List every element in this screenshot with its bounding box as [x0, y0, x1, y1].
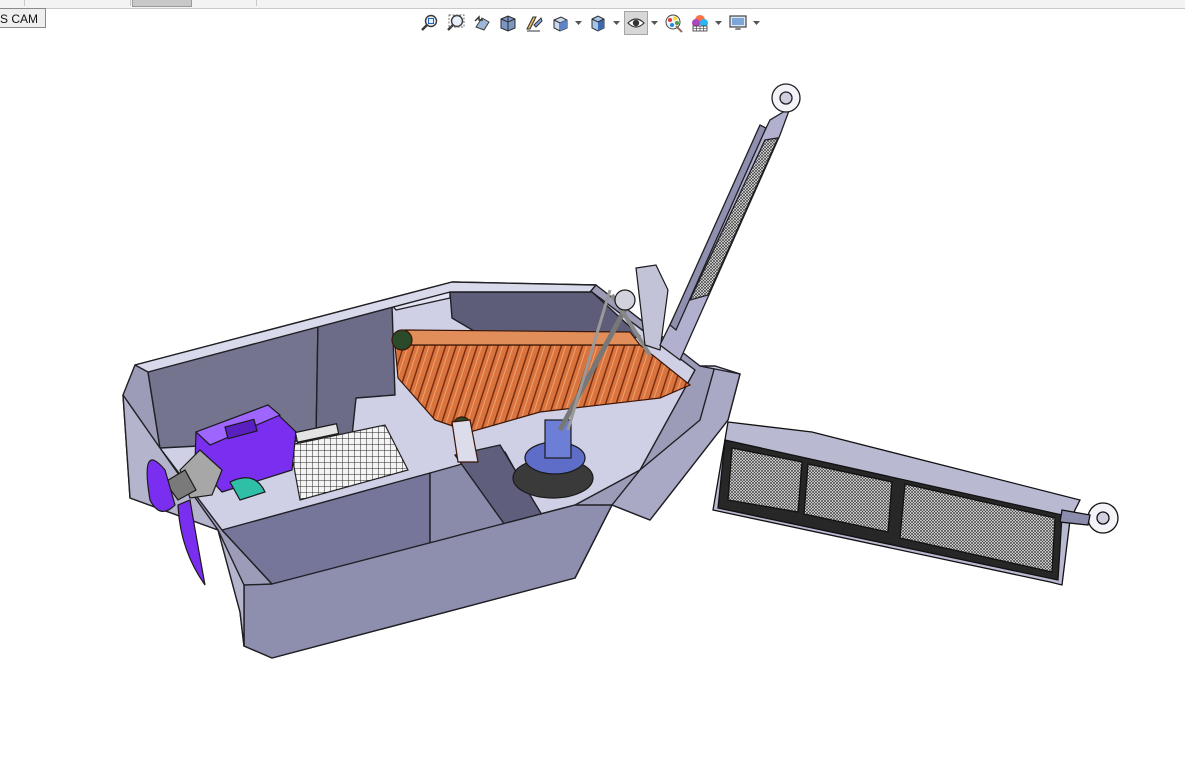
rear-ramp: [659, 83, 801, 362]
document-tab-active[interactable]: [132, 0, 192, 7]
chevron-down-icon[interactable]: [574, 11, 582, 35]
chevron-down-icon[interactable]: [714, 11, 722, 35]
dynamic-annotation-icon[interactable]: [522, 11, 546, 35]
document-tab[interactable]: [0, 0, 25, 6]
view-settings-icon[interactable]: [726, 11, 750, 35]
heads-up-view-toolbar: [418, 11, 764, 35]
chevron-down-icon[interactable]: [752, 11, 760, 35]
document-tab-strip: [0, 0, 1185, 9]
chevron-down-icon[interactable]: [612, 11, 620, 35]
graphics-area[interactable]: [0, 40, 1185, 770]
previous-view-icon[interactable]: [470, 11, 494, 35]
display-style-icon[interactable]: [586, 11, 610, 35]
view-orientation-icon[interactable]: [548, 11, 572, 35]
section-view-icon[interactable]: [496, 11, 520, 35]
edit-appearance-icon[interactable]: [662, 11, 686, 35]
cam-tab[interactable]: S CAM: [0, 8, 46, 28]
apply-scene-icon[interactable]: [688, 11, 712, 35]
document-tab[interactable]: [78, 0, 131, 6]
chevron-down-icon[interactable]: [650, 11, 658, 35]
hide-show-items-icon[interactable]: [624, 11, 648, 35]
zoom-to-area-icon[interactable]: [444, 11, 468, 35]
document-tab[interactable]: [192, 0, 257, 6]
front-ramp: [712, 421, 1119, 586]
zoom-to-fit-icon[interactable]: [418, 11, 442, 35]
